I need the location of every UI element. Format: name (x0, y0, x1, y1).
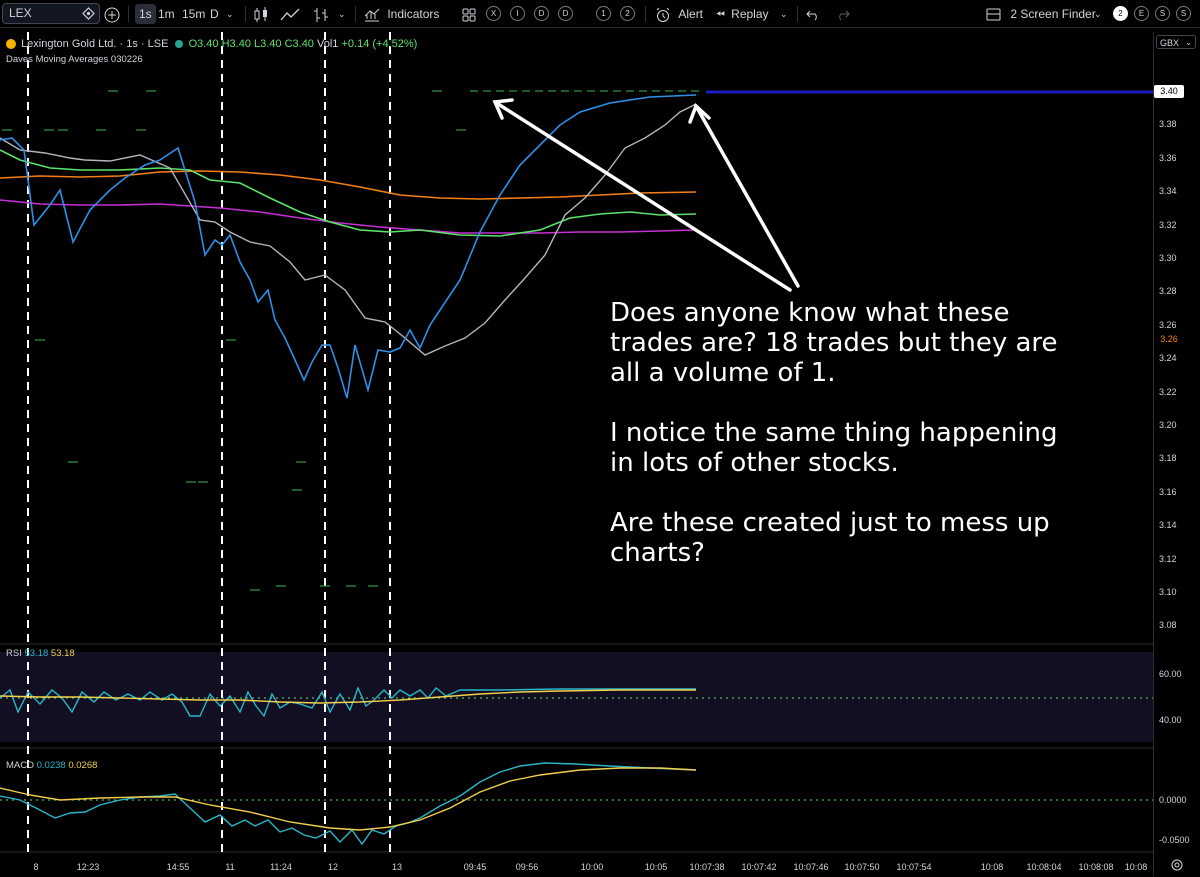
currency-label: GBX (1160, 38, 1180, 48)
time-tick: 10:07:38 (689, 862, 725, 872)
time-tick: 13 (391, 862, 403, 872)
indicator-legend[interactable]: Daves Moving Averages 030226 (6, 54, 143, 65)
price-tick: 3.36 (1159, 152, 1177, 163)
macd-tick: 0.0000 (1159, 795, 1187, 805)
legend-name[interactable]: Lexington Gold Ltd. · 1s · LSE (21, 38, 168, 50)
time-tick: 09:45 (463, 862, 487, 872)
last-price-tag: 3.40 (1154, 85, 1184, 98)
purple-ma-line (0, 199, 697, 234)
price-tick: 3.14 (1159, 520, 1177, 531)
price-tick: 3.38 (1159, 119, 1177, 130)
legend-vol: Vol1 (317, 38, 339, 50)
time-tick: 10:08:04 (1026, 862, 1062, 872)
time-tick: 10:07:50 (844, 862, 880, 872)
time-tick: 10:05 (644, 862, 668, 872)
price-tick: 3.34 (1159, 186, 1177, 197)
time-tick: 14:55 (166, 862, 190, 872)
settings-icon[interactable] (1170, 858, 1184, 872)
time-tick: 12 (327, 862, 339, 872)
price-tick: 3.30 (1159, 253, 1177, 263)
macd-line (0, 762, 697, 846)
arrow-2 (694, 104, 800, 288)
time-tick: 10:07:46 (793, 862, 829, 872)
time-tick: 12:23 (76, 862, 100, 872)
time-tick: 11:24 (270, 862, 292, 872)
time-tick: 09:56 (515, 862, 539, 872)
price-tick: 3.12 (1159, 553, 1177, 564)
legend-change: +0.14 (+4.52%) (341, 38, 418, 50)
price-tick: 3.28 (1159, 286, 1177, 297)
time-tick: 10:08:08 (1078, 862, 1114, 872)
time-tick: 10:08 (980, 862, 1004, 872)
chevron-down-icon: ⌄ (1185, 38, 1192, 47)
time-tick: 11 (225, 862, 235, 872)
symbol-logo-icon (6, 39, 16, 50)
rsi-signal-value: 53.18 (50, 648, 75, 659)
price-tick: 3.16 (1159, 486, 1177, 497)
macd-signal-line (0, 767, 697, 831)
price-tick: 3.22 (1159, 386, 1177, 397)
annotation-paragraph-3: Are these created just to mess up charts… (610, 508, 1050, 568)
annotation-paragraph-1: Does anyone know what these trades are? … (610, 298, 1058, 388)
ma-price-tag: 3.26 (1154, 333, 1184, 346)
gray-ma-line (0, 103, 697, 356)
rsi-tick: 60.00 (1159, 669, 1182, 679)
price-tick: 3.10 (1159, 587, 1177, 597)
rsi-label: RSI (6, 648, 22, 659)
rsi-legend[interactable]: RSI 53.18 53.18 (6, 648, 75, 659)
currency-selector[interactable]: GBX ⌄ (1156, 35, 1196, 49)
trade-markers (2, 90, 466, 591)
macd-tick: -0.0500 (1159, 835, 1190, 845)
macd-signal-value: 0.0268 (68, 760, 98, 771)
annotation-text: Does anyone know what these trades are? … (610, 298, 1070, 598)
time-tick: 10:00 (580, 862, 604, 872)
macd-value: 0.0238 (36, 760, 66, 771)
price-tick: 3.18 (1159, 453, 1177, 464)
time-tick: 10:07:42 (741, 862, 777, 872)
price-tick: 3.08 (1159, 620, 1177, 631)
price-tick: 3.24 (1159, 353, 1177, 364)
annotation-arrows (492, 98, 800, 292)
time-tick: 10:07:54 (896, 862, 932, 872)
legend-ohlc: O3.40 H3.40 L3.40 C3.40 (188, 38, 314, 50)
rsi-band (0, 652, 1153, 742)
macd-legend[interactable]: MACD 0.0238 0.0268 (6, 760, 97, 771)
price-tick: 3.32 (1159, 219, 1177, 230)
price-line (0, 94, 697, 399)
time-tick: 8 (33, 862, 39, 872)
macd-label: MACD (6, 760, 34, 771)
rsi-value: 53.18 (24, 648, 49, 659)
annotation-paragraph-2: I notice the same thing happening in lot… (610, 418, 1058, 478)
rsi-tick: 40.00 (1159, 715, 1182, 725)
time-tick: 10:08 (1124, 862, 1148, 872)
market-status-icon (174, 40, 183, 49)
price-tick: 3.20 (1159, 420, 1177, 430)
symbol-legend: Lexington Gold Ltd. · 1s · LSE O3.40 H3.… (6, 38, 417, 50)
price-tick: 3.26 (1159, 319, 1177, 330)
